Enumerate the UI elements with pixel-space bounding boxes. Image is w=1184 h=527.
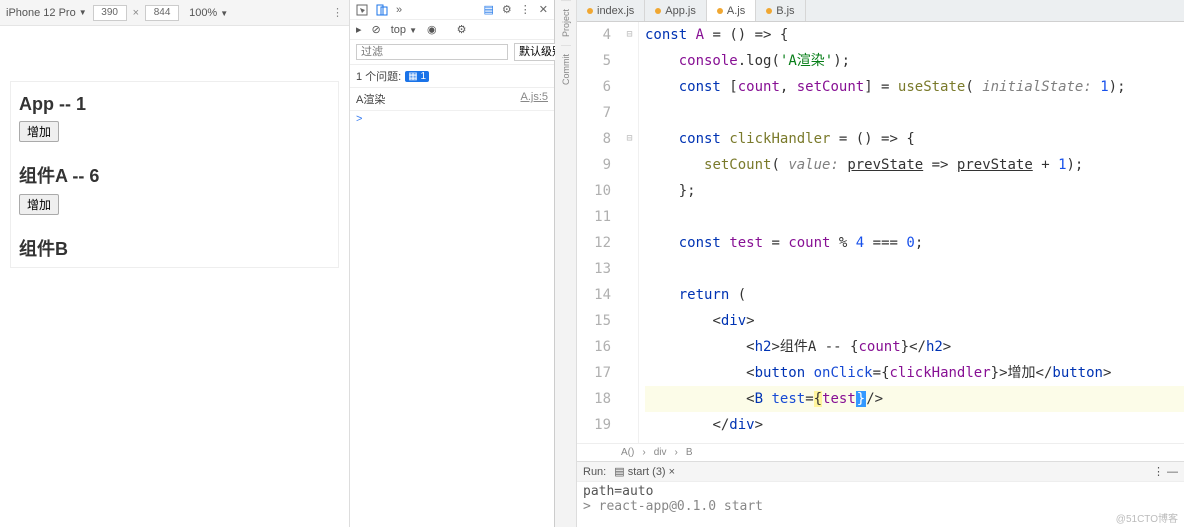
crumb-div[interactable]: div bbox=[654, 447, 667, 458]
ide-panel: index.js App.js A.js B.js 45678910111213… bbox=[577, 0, 1184, 527]
component-a-title: 组件A -- 6 bbox=[19, 162, 330, 188]
breadcrumb: A()› div› B bbox=[577, 443, 1184, 461]
console-context-bar: ▸ ⊘ top ▼ ◉ ⚙ bbox=[350, 20, 554, 40]
run-out-line1: path=auto bbox=[583, 484, 1178, 499]
device-height[interactable]: 844 bbox=[145, 5, 179, 21]
console-log-entry[interactable]: A渲染 A.js:5 bbox=[350, 88, 554, 111]
device-toggle-icon[interactable] bbox=[376, 4, 388, 16]
run-out-line2: > react-app@0.1.0 start bbox=[583, 499, 1178, 514]
device-toolbar: iPhone 12 Pro▼ 390 × 844 100% ▼ ⋮ bbox=[0, 0, 349, 26]
eye-icon[interactable]: ◉ bbox=[427, 23, 437, 36]
log-source[interactable]: A.js:5 bbox=[520, 91, 548, 107]
crumb-b[interactable]: B bbox=[686, 447, 693, 458]
run-tab[interactable]: ▤ start (3) × bbox=[614, 465, 675, 478]
crumb-a[interactable]: A() bbox=[621, 447, 634, 458]
app-title: App -- 1 bbox=[19, 94, 330, 115]
fold-gutter: ⊟⊟ bbox=[621, 22, 639, 443]
filter-input[interactable] bbox=[356, 44, 508, 60]
messages-icon[interactable]: ▤ bbox=[484, 3, 494, 16]
device-selector[interactable]: iPhone 12 Pro▼ bbox=[6, 7, 87, 19]
run-label: Run: bbox=[583, 466, 606, 478]
tab-index[interactable]: index.js bbox=[577, 0, 645, 21]
tab-b[interactable]: B.js bbox=[756, 0, 805, 21]
watermark: @51CTO博客 bbox=[1116, 510, 1178, 525]
console-prompt[interactable]: > bbox=[350, 111, 554, 127]
issues-label: 1 个问题: bbox=[356, 68, 401, 84]
inspect-icon[interactable] bbox=[356, 4, 368, 16]
commit-tab[interactable]: Commit bbox=[561, 45, 571, 93]
component-b-title: 组件B bbox=[19, 235, 330, 261]
zoom-selector[interactable]: 100% ▼ bbox=[189, 7, 228, 19]
run-output[interactable]: path=auto > react-app@0.1.0 start bbox=[577, 481, 1184, 527]
tab-a[interactable]: A.js bbox=[707, 0, 756, 21]
devtools-toolbar-top: » ▤ ⚙ ⋮ ✕ bbox=[350, 0, 554, 20]
rendered-app: App -- 1 增加 组件A -- 6 增加 组件B bbox=[10, 81, 339, 268]
issues-badge: ▦ 1 bbox=[405, 71, 429, 82]
run-toolbar: Run: ▤ start (3) × ⋮ — bbox=[577, 461, 1184, 481]
browser-preview: iPhone 12 Pro▼ 390 × 844 100% ▼ ⋮ App --… bbox=[0, 0, 350, 527]
close-icon[interactable]: ✕ bbox=[539, 3, 548, 16]
kebab-icon[interactable]: ⋮ bbox=[520, 3, 531, 16]
more-icon[interactable]: ⋮ bbox=[332, 6, 343, 19]
console-filter-row: 默认级别 bbox=[350, 40, 554, 65]
devtools-panel: » ▤ ⚙ ⋮ ✕ ▸ ⊘ top ▼ ◉ ⚙ 默认级别 1 个问题: ▦ 1 … bbox=[350, 0, 555, 527]
add-button-2[interactable]: 增加 bbox=[19, 194, 59, 215]
log-message: A渲染 bbox=[356, 91, 385, 107]
tab-app[interactable]: App.js bbox=[645, 0, 707, 21]
code-editor[interactable]: 4567891011121314151617181920 ⊟⊟ const A … bbox=[577, 22, 1184, 443]
device-width[interactable]: 390 bbox=[93, 5, 127, 21]
project-tab[interactable]: Project bbox=[561, 0, 571, 45]
clear-icon[interactable]: ⊘ bbox=[372, 23, 381, 36]
gear-icon[interactable]: ⚙ bbox=[502, 3, 512, 16]
dimension-x: × bbox=[133, 7, 139, 19]
code-body[interactable]: const A = () => { console.log('A渲染'); co… bbox=[639, 22, 1184, 443]
issues-row[interactable]: 1 个问题: ▦ 1 bbox=[350, 65, 554, 88]
add-button-1[interactable]: 增加 bbox=[19, 121, 59, 142]
editor-tabs: index.js App.js A.js B.js bbox=[577, 0, 1184, 22]
settings-icon[interactable]: ⚙ bbox=[457, 23, 467, 36]
line-gutter: 4567891011121314151617181920 bbox=[577, 22, 621, 443]
run-more-icon[interactable]: ⋮ — bbox=[1153, 465, 1178, 478]
play-icon[interactable]: ▸ bbox=[356, 23, 362, 36]
ide-side-ribbon: Project Commit bbox=[555, 0, 577, 527]
more-tabs-icon[interactable]: » bbox=[396, 4, 402, 16]
context-selector[interactable]: top ▼ bbox=[391, 24, 417, 36]
